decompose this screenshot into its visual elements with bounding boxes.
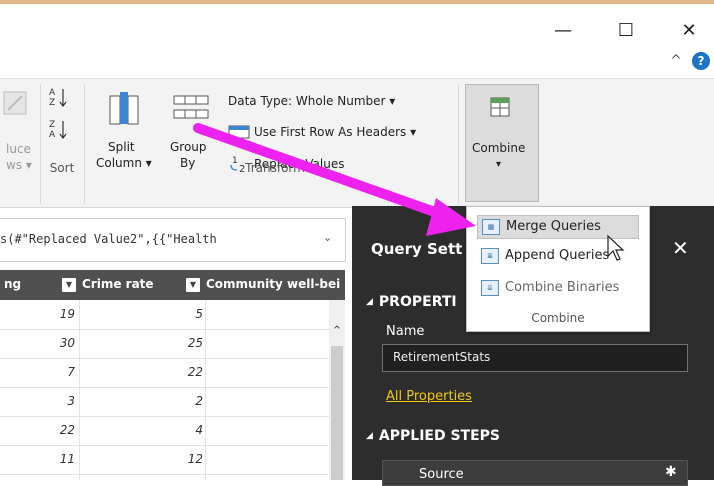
combine-arrow: ▾ — [496, 159, 502, 170]
group-separator — [458, 84, 459, 204]
table-cell[interactable]: 5 — [195, 307, 203, 321]
split-column-button[interactable]: Split Column ▾ — [88, 84, 160, 180]
group-by-icon — [173, 95, 209, 119]
table-cell[interactable]: 2 — [195, 394, 203, 408]
split-column-label: Split — [108, 140, 135, 154]
first-row-headers-label: Use First Row As Headers ▾ — [254, 125, 417, 139]
query-name-input[interactable]: RetirementStats — [382, 344, 688, 372]
table-row[interactable]: 19 5 — [0, 300, 345, 330]
append-queries-icon: ≣ — [481, 248, 499, 264]
sort-desc-icon: Z A — [49, 120, 67, 140]
group-separator — [40, 84, 41, 204]
combine-binaries-icon: ⇊ — [481, 280, 499, 296]
minimize-button[interactable]: — — [540, 12, 586, 48]
vertical-scrollbar[interactable]: ⌃ — [329, 300, 345, 480]
transform-group-label: Transform — [245, 161, 305, 175]
reduce-rows-label-2: ws ▾ — [6, 158, 32, 172]
filter-icon[interactable]: ▼ — [62, 278, 76, 292]
column-header[interactable]: Community well-bei — [206, 277, 340, 291]
table-row[interactable]: 30 25 — [0, 329, 345, 359]
collapse-ribbon-icon[interactable]: ^ — [669, 54, 683, 68]
table-header: ng ▼ Crime rate ▼ Community well-bei — [0, 270, 345, 300]
sort-group-label: Sort — [49, 161, 75, 175]
group-separator — [84, 84, 85, 204]
gear-icon[interactable]: ✱ — [665, 464, 677, 480]
table-cell[interactable]: 12 — [188, 452, 203, 466]
help-icon[interactable]: ? — [692, 52, 710, 70]
table-cell[interactable]: 19 — [60, 307, 75, 321]
svg-text:Z: Z — [49, 98, 55, 108]
svg-text:A: A — [49, 130, 56, 140]
mouse-pointer-icon — [607, 234, 625, 261]
combine-binaries-item[interactable]: ⇊ Combine Binaries — [477, 277, 637, 299]
applied-steps-heading[interactable]: ◢ APPLIED STEPS — [366, 428, 500, 444]
group-by-label: Group — [170, 140, 207, 154]
table-cell[interactable]: 22 — [188, 365, 203, 379]
group-by-label-2: By — [180, 156, 196, 170]
maximize-button[interactable]: ☐ — [603, 12, 649, 48]
table-row[interactable]: 11 12 — [0, 445, 345, 475]
table-row[interactable]: 22 4 — [0, 416, 345, 446]
group-by-button[interactable]: Group By — [166, 84, 216, 180]
combine-button[interactable]: Combine ▾ — [465, 84, 539, 202]
svg-text:Z: Z — [49, 120, 55, 130]
merge-queries-icon: ▦ — [482, 219, 500, 235]
table-row[interactable]: 3 2 — [0, 387, 345, 417]
split-column-icon — [109, 92, 139, 125]
all-properties-link[interactable]: All Properties — [386, 389, 472, 404]
svg-text:A: A — [49, 88, 56, 98]
sort-ascending-button[interactable]: A Z — [48, 86, 74, 110]
formula-text: s(#"Replaced Value2",{{"Health — [0, 232, 217, 246]
column-header[interactable]: Crime rate — [82, 277, 154, 291]
combine-dropdown-menu: ▦ Merge Queries ≣ Append Queries ⇊ Combi… — [466, 206, 650, 332]
filter-icon[interactable]: ▼ — [186, 278, 200, 292]
table-cell[interactable]: 4 — [195, 423, 203, 437]
applied-step-item[interactable]: Source ✱ — [382, 460, 688, 486]
combine-menu-footer: Combine — [531, 311, 585, 325]
collapse-triangle-icon: ◢ — [366, 297, 373, 307]
first-row-headers-button[interactable]: Use First Row As Headers ▾ — [228, 124, 458, 142]
close-window-button[interactable]: ✕ — [666, 12, 712, 48]
table-cell[interactable]: 25 — [188, 336, 203, 350]
properties-heading[interactable]: ◢ PROPERTI — [366, 294, 457, 310]
reduce-rows-button[interactable]: luce ws ▾ — [0, 84, 36, 184]
title-bar-accent — [0, 0, 714, 4]
split-column-label-2: Column ▾ — [96, 156, 152, 170]
formula-bar[interactable]: s(#"Replaced Value2",{{"Health ⌄ — [0, 218, 346, 262]
reduce-rows-label: luce — [6, 142, 31, 156]
data-type-dropdown[interactable]: Data Type: Whole Number ▾ — [228, 94, 395, 109]
table-body: 19 5 30 25 7 22 3 2 22 4 11 12 — [0, 300, 345, 480]
combine-label: Combine — [472, 141, 526, 155]
table-cell[interactable]: 11 — [60, 452, 75, 466]
reduce-rows-icon — [3, 91, 27, 115]
column-divider — [79, 300, 80, 480]
column-header[interactable]: ng — [4, 277, 21, 291]
sort-descending-button[interactable]: Z A — [48, 118, 74, 142]
query-settings-title: Query Sett — [371, 240, 463, 258]
expand-formula-icon[interactable]: ⌄ — [323, 231, 332, 244]
name-label: Name — [386, 324, 425, 339]
table-cell[interactable]: 7 — [67, 365, 75, 379]
column-divider — [205, 300, 206, 480]
scrollbar-thumb[interactable] — [331, 346, 343, 480]
scroll-up-icon[interactable]: ⌃ — [329, 324, 345, 339]
table-cell[interactable]: 22 — [60, 423, 75, 437]
table-cell[interactable]: 3 — [67, 394, 75, 408]
collapse-triangle-icon: ◢ — [366, 431, 373, 441]
close-panel-icon[interactable]: ✕ — [672, 236, 689, 260]
first-row-headers-icon — [228, 125, 250, 139]
sort-asc-icon: A Z — [49, 88, 67, 108]
combine-icon — [490, 97, 510, 117]
table-row[interactable]: 7 22 — [0, 358, 345, 388]
table-cell[interactable]: 30 — [60, 336, 75, 350]
